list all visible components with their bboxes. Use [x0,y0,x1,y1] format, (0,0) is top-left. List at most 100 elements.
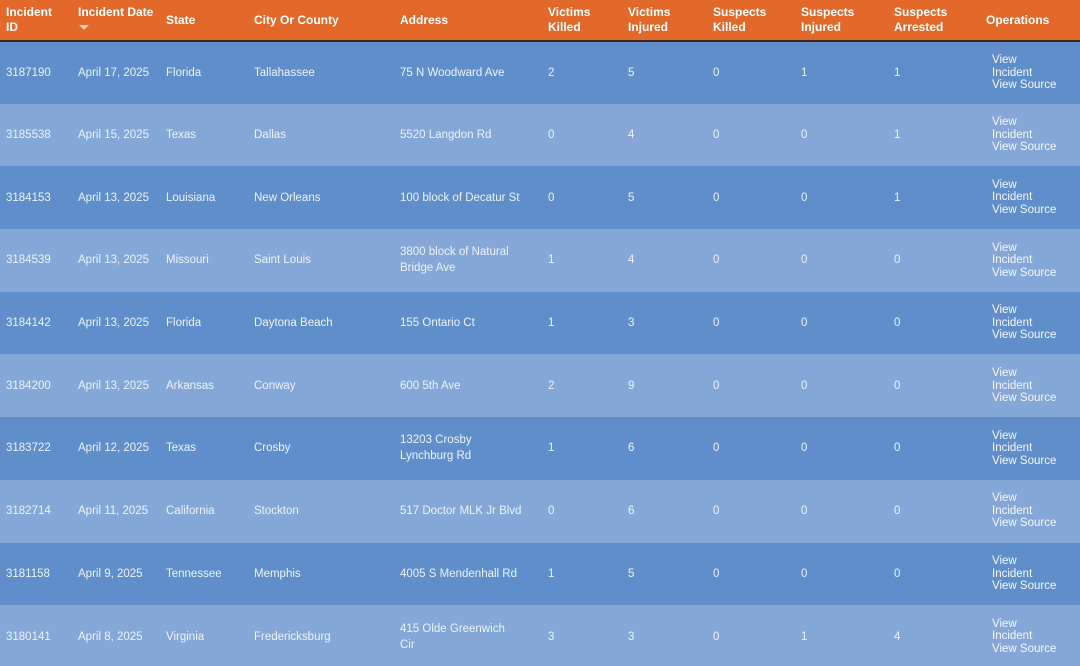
view-source-link[interactable]: View Source [992,267,1074,280]
incident-id-cell: 3184200 [6,379,51,392]
column-header-label: State [166,12,196,27]
view-source-link[interactable]: View Source [992,329,1074,342]
sort-descending-icon [79,25,89,31]
victims-killed-cell: 0 [548,191,555,204]
column-header-suspects-arrested[interactable]: Suspects Arrested [888,0,974,41]
address-cell: 100 block of Decatur St [400,191,520,204]
city-cell: Memphis [254,567,301,580]
column-header-suspects-injured[interactable]: Suspects Injured [795,0,888,41]
view-source-link[interactable]: View Source [992,141,1074,154]
suspects-arrested-cell: 1 [894,129,901,142]
incidents-table-container: Incident ID Incident Date State City Or … [0,0,1080,666]
incident-id-cell: 3187190 [6,66,51,79]
suspects-killed-cell: 0 [713,66,720,79]
table-row: 3184200 April 13, 2025 Arkansas Conway 600 5… [0,354,1080,418]
operations-cell: View Incident View Source [974,543,1080,606]
column-header-label: Victims Injured [628,5,671,34]
column-header-address[interactable]: Address [394,0,542,41]
column-header-state[interactable]: State [160,0,248,41]
view-incident-link[interactable]: View Incident [992,54,1052,79]
view-incident-link[interactable]: View Incident [992,367,1052,392]
column-header-label: Suspects Injured [801,5,855,34]
operations-cell: View Incident View Source [974,41,1080,104]
incident-date-cell: April 13, 2025 [78,379,149,392]
column-header-incident-id[interactable]: Incident ID [0,0,72,41]
victims-killed-cell: 2 [548,379,555,392]
column-header-label: Incident ID [6,5,53,34]
city-cell: Daytona Beach [254,317,333,330]
table-row: 3182714 April 11, 2025 California Stockton 5… [0,479,1080,543]
operations-cell: View Incident View Source [974,166,1080,229]
city-cell: Tallahassee [254,66,315,79]
state-cell: Florida [166,66,202,79]
view-incident-link[interactable]: View Incident [992,492,1052,517]
table-row: 3184142 April 13, 2025 Florida Daytona Beac… [0,291,1080,355]
suspects-arrested-cell: 0 [894,442,901,455]
victims-killed-cell: 0 [548,129,555,142]
incident-id-cell: 3185538 [6,129,51,142]
suspects-killed-cell: 0 [713,191,720,204]
view-incident-link[interactable]: View Incident [992,242,1052,267]
incident-date-cell: April 13, 2025 [78,191,149,204]
column-header-city-or-county[interactable]: City Or County [248,0,394,41]
victims-killed-cell: 1 [548,254,555,267]
city-cell: Fredericksburg [254,630,331,643]
incident-id-cell: 3180141 [6,630,51,643]
suspects-injured-cell: 1 [801,66,808,79]
incident-id-cell: 3181158 [6,567,50,580]
table-row: 3184153 April 13, 2025 Louisiana New Orlean… [0,166,1080,230]
operations-cell: View Incident View Source [974,417,1080,480]
address-cell: 600 5th Ave [400,379,461,392]
victims-injured-cell: 6 [628,505,635,518]
incident-id-cell: 3182714 [6,505,51,518]
suspects-arrested-cell: 0 [894,317,901,330]
view-incident-link[interactable]: View Incident [992,116,1052,141]
view-source-link[interactable]: View Source [992,79,1074,92]
victims-killed-cell: 1 [548,317,555,330]
column-header-suspects-killed[interactable]: Suspects Killed [707,0,795,41]
column-header-label: Operations [986,12,1050,27]
view-incident-link[interactable]: View Incident [992,430,1052,455]
table-row: 3183722 April 12, 2025 Texas Crosby 13203 Cr… [0,417,1080,480]
table-row: 3187190 April 17, 2025 Florida Tallahassee 7… [0,41,1080,104]
view-source-link[interactable]: View Source [992,643,1074,656]
column-header-label: City Or County [254,12,339,27]
view-incident-link[interactable]: View Incident [992,179,1052,204]
operations-cell: View Incident View Source [974,292,1080,355]
column-header-victims-injured[interactable]: Victims Injured [622,0,707,41]
victims-killed-cell: 0 [548,505,555,518]
view-source-link[interactable]: View Source [992,580,1074,593]
city-cell: Crosby [254,442,291,455]
victims-killed-cell: 1 [548,567,555,580]
incident-date-cell: April 11, 2025 [78,505,149,518]
suspects-arrested-cell: 1 [894,191,901,204]
table-body: 3187190 April 17, 2025 Florida Tallahassee 7… [0,41,1080,666]
incident-date-cell: April 9, 2025 [78,567,143,580]
view-incident-link[interactable]: View Incident [992,555,1052,580]
address-cell: 13203 Crosby Lynchburg Rd [400,434,472,463]
column-header-victims-killed[interactable]: Victims Killed [542,0,622,41]
view-source-link[interactable]: View Source [992,455,1074,468]
suspects-arrested-cell: 1 [894,66,901,79]
suspects-killed-cell: 0 [713,254,720,267]
table-row: 3184539 April 13, 2025 Missouri Saint Louis… [0,229,1080,292]
view-source-link[interactable]: View Source [992,517,1074,530]
column-header-label: Suspects Killed [713,5,767,34]
suspects-injured-cell: 0 [801,317,808,330]
victims-killed-cell: 2 [548,66,555,79]
column-header-incident-date[interactable]: Incident Date [72,0,160,41]
operations-cell: View Incident View Source [974,104,1080,167]
address-cell: 415 Olde Greenwich Cir [400,622,505,651]
suspects-injured-cell: 0 [801,129,808,142]
suspects-killed-cell: 0 [713,379,720,392]
incident-id-cell: 3184539 [6,254,51,267]
view-source-link[interactable]: View Source [992,204,1074,217]
view-source-link[interactable]: View Source [992,392,1074,405]
view-incident-link[interactable]: View Incident [992,304,1052,329]
view-incident-link[interactable]: View Incident [992,618,1052,643]
state-cell: Virginia [166,630,205,643]
address-cell: 75 N Woodward Ave [400,66,505,79]
suspects-arrested-cell: 0 [894,505,901,518]
address-cell: 5520 Langdon Rd [400,129,492,142]
suspects-injured-cell: 0 [801,379,808,392]
